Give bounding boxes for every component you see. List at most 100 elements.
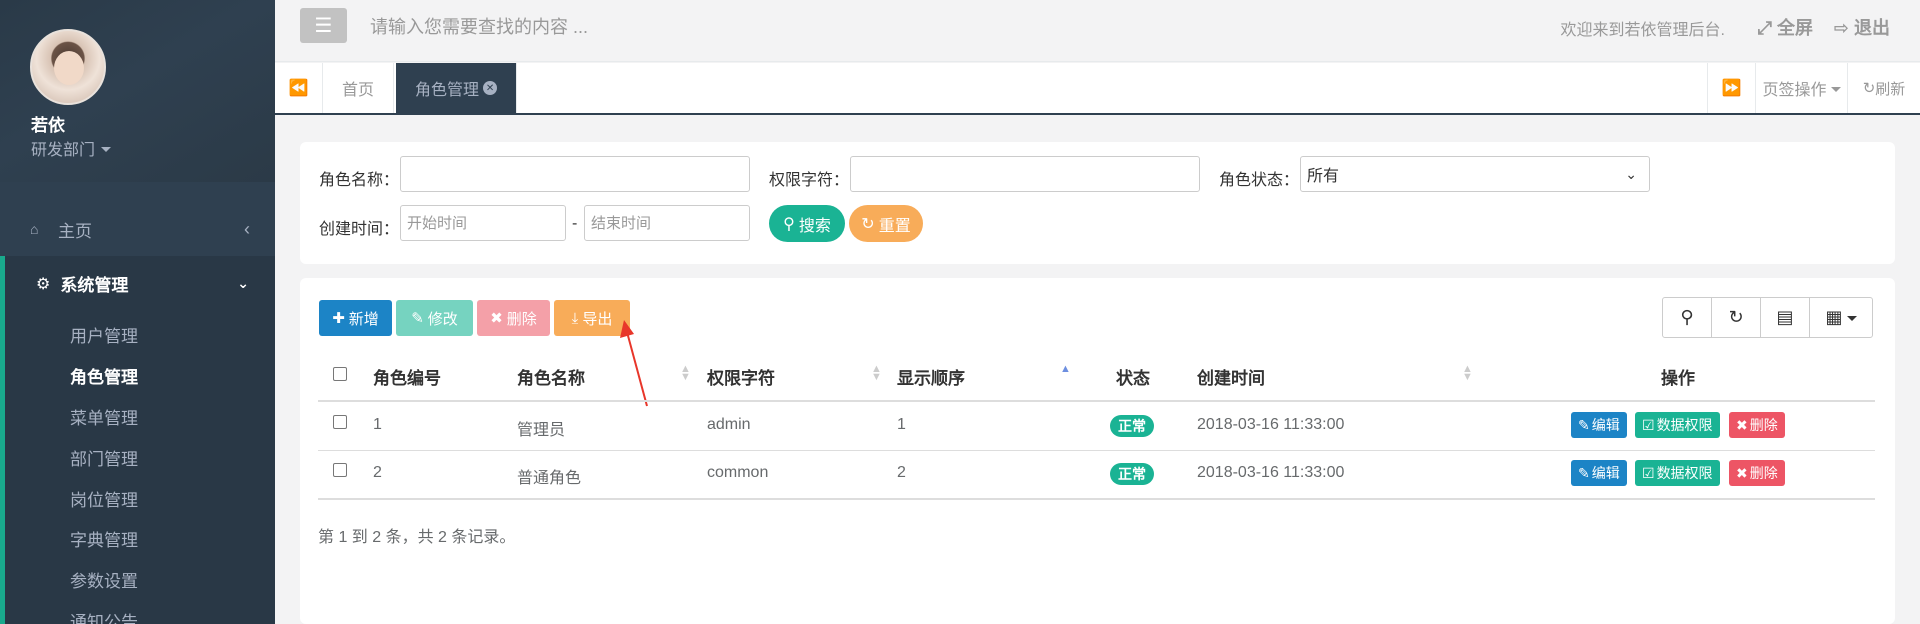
chevron-left-icon: ‹ (244, 218, 250, 239)
delete-button-label: 删除 (506, 310, 537, 328)
close-icon[interactable]: ✕ (483, 81, 498, 95)
delete-button[interactable]: ✖ 删除 (477, 300, 550, 336)
select-all-checkbox[interactable] (333, 367, 347, 381)
sidebar-item-depts[interactable]: 部门管理 (70, 445, 138, 470)
sort-icon: ▲ ▼ (680, 363, 691, 383)
row-data-scope-button[interactable]: ☑ 数据权限 (1635, 460, 1720, 486)
col-header-role-name[interactable]: 角色名称 (517, 364, 585, 389)
row-delete-button[interactable]: ✖ 删除 (1729, 460, 1785, 486)
row-delete-button[interactable]: ✖ 删除 (1729, 412, 1785, 438)
tab-label: 首页 (342, 82, 375, 99)
row-data-scope-button[interactable]: ☑ 数据权限 (1635, 412, 1720, 438)
role-name-label: 角色名称： (319, 172, 400, 189)
gear-icon: ⚙ (36, 275, 51, 293)
search-form-panel: 角色名称： 权限字符： 角色状态： 所有 ⌄ 创建时间： - ⚲ 搜索 ↻ 重置 (300, 142, 1895, 264)
reset-button[interactable]: ↻ 重置 (849, 205, 923, 242)
close-icon: ✖ (1736, 464, 1748, 481)
chevron-down-icon: ⌄ (1625, 166, 1637, 182)
sidebar-profile: 若依 研发部门 (0, 0, 275, 182)
perm-key-input[interactable] (850, 156, 1200, 192)
end-time-input[interactable] (584, 205, 750, 241)
plus-icon: ✚ (332, 310, 345, 327)
tab-roles[interactable]: 角色管理 ✕ (396, 63, 518, 113)
tab-home[interactable]: 首页 (323, 63, 395, 113)
double-chevron-right-icon: ⏩ (1721, 80, 1742, 97)
col-header-perm-key[interactable]: 权限字符 (707, 364, 775, 389)
perm-key-label: 权限字符： (769, 172, 850, 189)
cell-sort-order: 2 (897, 464, 906, 481)
export-button[interactable]: ⤓ 导出 (554, 300, 630, 336)
reset-button-label: 重置 (878, 217, 911, 235)
edit-button[interactable]: ✎ 修改 (396, 300, 473, 336)
table-search-toggle-button[interactable]: ⚲ (1663, 298, 1712, 337)
role-status-label: 角色状态： (1219, 172, 1300, 189)
sidebar-item-config[interactable]: 参数设置 (70, 567, 138, 592)
row-checkbox[interactable] (333, 463, 347, 477)
table-columns-button[interactable]: ▦ (1810, 298, 1872, 337)
tab-ops-label: 页签操作 (1762, 82, 1827, 99)
sidebar-item-menus[interactable]: 菜单管理 (70, 404, 138, 429)
sidebar-item-posts[interactable]: 岗位管理 (70, 486, 138, 511)
refresh-icon: ↻ (1728, 307, 1744, 327)
role-status-value: 所有 (1307, 168, 1340, 185)
search-icon: ⚲ (783, 215, 795, 233)
sidebar-item-home[interactable]: ⌂ 主页 ‹ (0, 205, 275, 253)
user-dept-dropdown[interactable]: 研发部门 (31, 136, 112, 160)
search-button-label: 搜索 (798, 217, 831, 235)
expand-icon: ⤢ (1757, 18, 1772, 38)
cell-perm-key: common (707, 464, 769, 481)
cell-sort-order: 1 (897, 416, 906, 433)
sidebar-item-system[interactable]: ⚙ 系统管理 ⌄ (5, 256, 275, 311)
edit-icon: ✎ (1578, 416, 1590, 433)
tab-refresh-button[interactable]: ↻ 刷新 (1847, 63, 1920, 113)
status-badge: 正常 (1110, 463, 1154, 485)
avatar[interactable] (30, 29, 106, 105)
sidebar-item-label: 系统管理 (60, 276, 129, 295)
start-time-input[interactable] (400, 205, 566, 241)
table-panel: ✚ 新增 ✎ 修改 ✖ 删除 ⤓ 导出 ⚲ ↻ ▤ ▦ (300, 278, 1895, 624)
sign-out-icon: ⇨ (1833, 18, 1849, 38)
sidebar-item-roles[interactable]: 角色管理 (70, 363, 138, 388)
fullscreen-link[interactable]: ⤢ 全屏 (1758, 14, 1813, 40)
cell-role-name: 管理员 (517, 422, 566, 439)
col-header-sort-order[interactable]: 显示顺序 (897, 364, 965, 389)
row-checkbox[interactable] (333, 415, 347, 429)
add-button[interactable]: ✚ 新增 (319, 300, 392, 336)
row-data-scope-label: 数据权限 (1656, 465, 1713, 481)
search-button[interactable]: ⚲ 搜索 (769, 205, 845, 242)
search-icon: ⚲ (1680, 307, 1694, 327)
tab-refresh-label: 刷新 (1875, 80, 1906, 98)
table-card-view-button[interactable]: ▤ (1761, 298, 1810, 337)
logout-link[interactable]: ⇨ 退出 (1834, 14, 1890, 40)
check-square-icon: ☑ (1642, 464, 1655, 481)
sidebar-item-notice[interactable]: 通知公告 (70, 608, 138, 624)
tabs-scroll-right-button[interactable]: ⏩ (1707, 63, 1755, 113)
sidebar-item-dicts[interactable]: 字典管理 (70, 526, 138, 551)
row-edit-button[interactable]: ✎ 编辑 (1571, 460, 1627, 486)
col-header-created[interactable]: 创建时间 (1197, 364, 1265, 389)
row-edit-button[interactable]: ✎ 编辑 (1571, 412, 1627, 438)
global-search-input[interactable] (370, 13, 970, 41)
edit-icon: ✎ (1578, 464, 1590, 481)
table-refresh-button[interactable]: ↻ (1712, 298, 1761, 337)
double-chevron-left-icon: ⏪ (288, 80, 309, 97)
sidebar-group-system: ⚙ 系统管理 ⌄ 用户管理 角色管理 菜单管理 部门管理 岗位管理 字典管理 参… (0, 256, 275, 624)
tabs-scroll-left-button[interactable]: ⏪ (275, 63, 323, 113)
list-icon: ▤ (1776, 307, 1794, 327)
user-name: 若依 (31, 116, 65, 135)
tab-label: 角色管理 (415, 82, 480, 99)
status-badge: 正常 (1110, 415, 1154, 437)
tab-ops-dropdown[interactable]: 页签操作 (1755, 63, 1847, 113)
cell-role-id: 1 (373, 416, 382, 433)
menu-toggle-button[interactable]: ☰ (300, 8, 347, 43)
date-separator: - (572, 215, 578, 232)
row-data-scope-label: 数据权限 (1656, 417, 1713, 433)
table-bottom-divider (318, 498, 1875, 500)
role-status-select[interactable]: 所有 ⌄ (1300, 156, 1650, 192)
export-button-label: 导出 (582, 310, 613, 328)
col-header-role-id[interactable]: 角色编号 (373, 364, 441, 389)
annotation-arrow (620, 320, 648, 407)
row-delete-label: 删除 (1749, 417, 1778, 433)
sidebar-item-users[interactable]: 用户管理 (70, 322, 138, 347)
role-name-input[interactable] (400, 156, 750, 192)
